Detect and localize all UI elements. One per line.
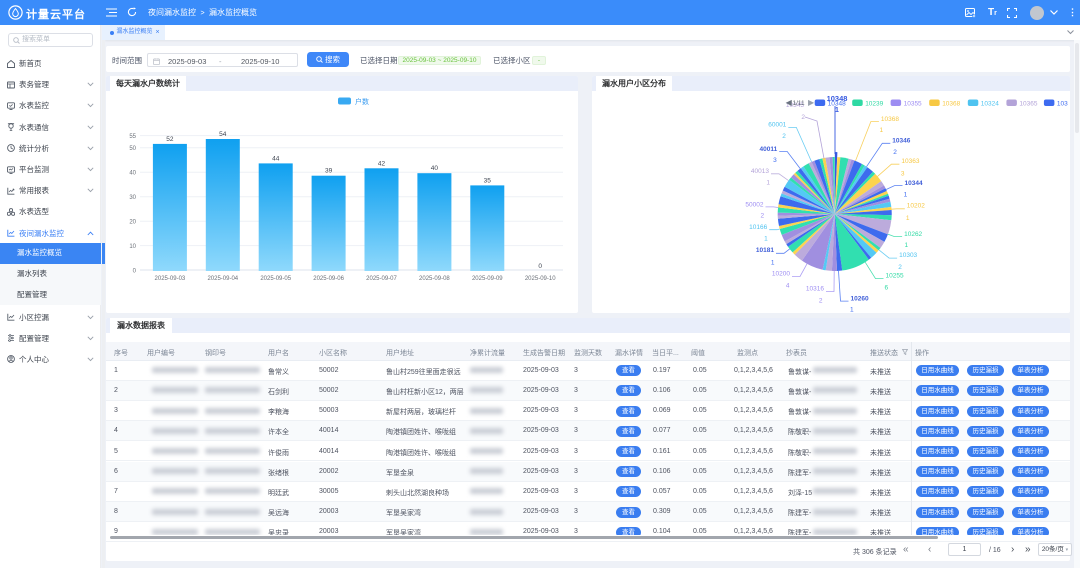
svg-text:0: 0 — [133, 268, 137, 274]
svg-text:39: 39 — [325, 168, 333, 175]
svg-text:10344: 10344 — [905, 179, 923, 186]
svg-text:10239: 10239 — [865, 100, 883, 107]
svg-text:10166: 10166 — [749, 224, 767, 231]
svg-text:40: 40 — [431, 165, 439, 172]
svg-text:50: 50 — [129, 146, 136, 152]
svg-text:10: 10 — [129, 244, 136, 250]
svg-text:10368: 10368 — [881, 115, 899, 122]
svg-text:1: 1 — [771, 259, 775, 266]
svg-text:20: 20 — [129, 220, 136, 226]
svg-text:1: 1 — [766, 179, 770, 186]
svg-text:户数: 户数 — [355, 97, 369, 106]
svg-text:3: 3 — [773, 157, 777, 164]
svg-text:1: 1 — [906, 214, 910, 221]
svg-text:1: 1 — [904, 191, 908, 198]
svg-text:10202: 10202 — [907, 202, 925, 209]
svg-text:2025-09-07: 2025-09-07 — [366, 276, 397, 282]
svg-text:10324: 10324 — [981, 100, 999, 107]
svg-text:2: 2 — [893, 149, 897, 156]
svg-text:2025-09-05: 2025-09-05 — [260, 276, 291, 282]
svg-text:40011: 40011 — [759, 145, 777, 152]
svg-text:10346: 10346 — [892, 137, 910, 144]
svg-text:55: 55 — [129, 134, 136, 140]
svg-text:3: 3 — [901, 170, 905, 177]
svg-text:35: 35 — [484, 177, 492, 184]
svg-text:40: 40 — [129, 171, 136, 177]
svg-text:10260: 10260 — [851, 295, 869, 302]
svg-text:1: 1 — [835, 107, 839, 114]
svg-text:1/11: 1/11 — [793, 100, 806, 107]
svg-text:10348: 10348 — [828, 100, 846, 107]
svg-text:10368: 10368 — [942, 100, 960, 107]
svg-text:1: 1 — [850, 306, 854, 311]
svg-text:2025-09-06: 2025-09-06 — [313, 276, 344, 282]
svg-text:52: 52 — [166, 136, 174, 143]
svg-text:54: 54 — [219, 131, 227, 138]
svg-text:10363: 10363 — [901, 158, 919, 165]
svg-text:2: 2 — [782, 133, 786, 140]
svg-text:2: 2 — [801, 114, 805, 121]
svg-text:6: 6 — [885, 284, 889, 291]
svg-text:44: 44 — [272, 155, 280, 162]
svg-text:30: 30 — [129, 195, 136, 201]
svg-text:10200: 10200 — [772, 270, 790, 277]
svg-text:103: 103 — [1057, 100, 1068, 107]
svg-text:2025-09-03: 2025-09-03 — [155, 276, 186, 282]
svg-text:10365: 10365 — [1019, 100, 1037, 107]
svg-text:1: 1 — [905, 242, 909, 249]
svg-text:2025-09-09: 2025-09-09 — [472, 276, 503, 282]
svg-text:2025-09-08: 2025-09-08 — [419, 276, 450, 282]
svg-text:10355: 10355 — [904, 100, 922, 107]
svg-text:10303: 10303 — [899, 252, 917, 259]
svg-text:1: 1 — [764, 235, 768, 242]
svg-text:10262: 10262 — [904, 230, 922, 237]
svg-text:42: 42 — [378, 160, 386, 167]
svg-text:4: 4 — [786, 282, 790, 289]
svg-text:▶: ▶ — [808, 98, 815, 107]
svg-text:10181: 10181 — [756, 247, 774, 254]
svg-text:2: 2 — [898, 264, 902, 271]
svg-text:40013: 40013 — [751, 168, 769, 175]
svg-text:0: 0 — [538, 263, 542, 270]
svg-text:2: 2 — [760, 212, 764, 219]
svg-text:50002: 50002 — [745, 201, 763, 208]
svg-text:2: 2 — [819, 297, 823, 304]
svg-text:60001: 60001 — [768, 121, 786, 128]
svg-text:1: 1 — [880, 127, 884, 134]
svg-text:10255: 10255 — [886, 272, 904, 279]
svg-text:2025-09-10: 2025-09-10 — [525, 276, 556, 282]
svg-text:10316: 10316 — [806, 285, 824, 292]
svg-text:2025-09-04: 2025-09-04 — [207, 276, 238, 282]
